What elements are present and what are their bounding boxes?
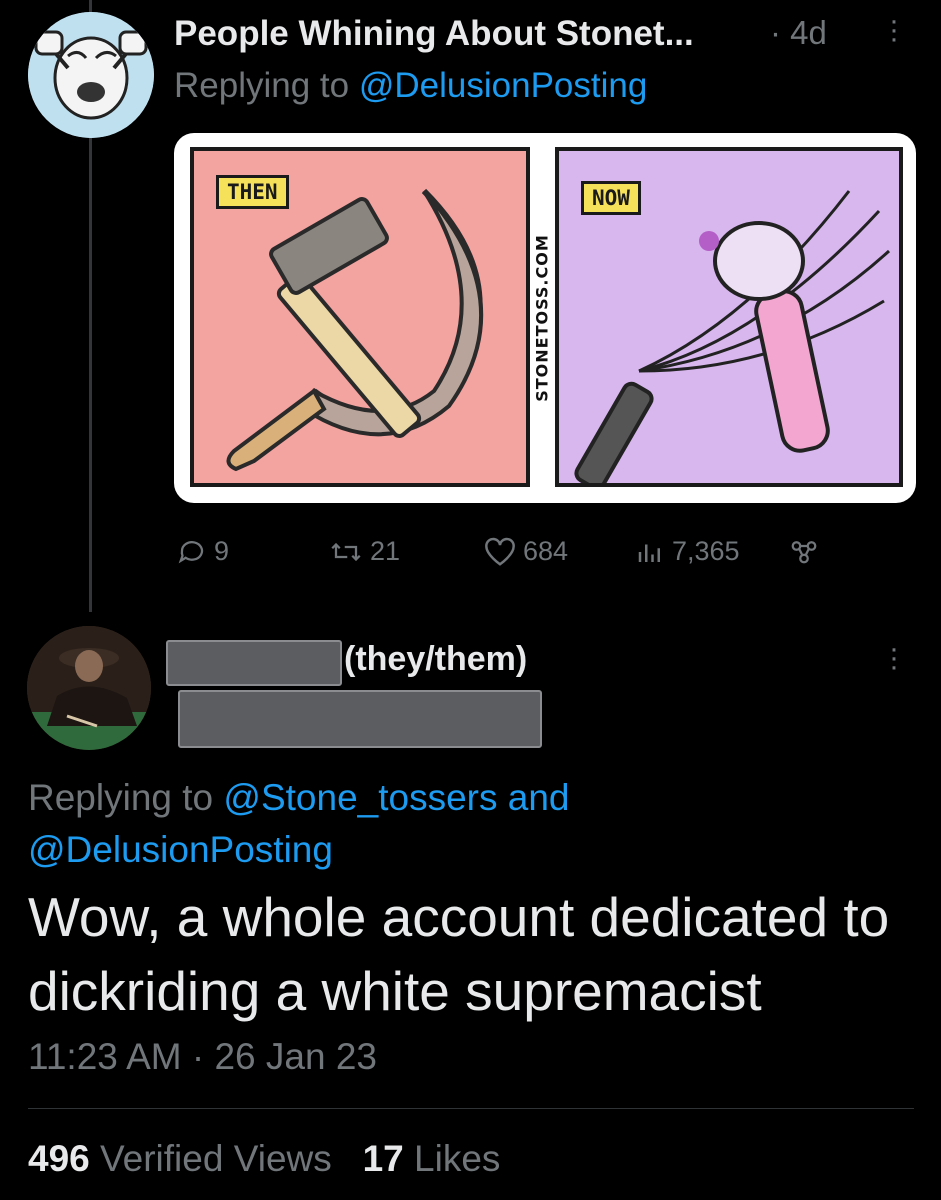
views-action[interactable]: 7,365 [634,536,740,567]
divider [28,1108,914,1109]
replying-and: and [507,777,570,818]
share-icon [791,541,817,564]
comic-panel-then: THEN [190,147,530,487]
more-options-icon[interactable]: · · · [884,634,904,682]
analytics-icon [638,544,660,562]
mention-link[interactable]: @Stone_tossers [223,777,497,818]
avatar[interactable] [27,626,151,750]
redacted-handle [178,690,542,748]
display-name[interactable]: People Whining About Stonet... [174,14,694,54]
retweet-count: 21 [370,536,401,566]
tweet-stats: 496 Verified Views 17 Likes [28,1138,500,1180]
replying-to: Replying to @DelusionPosting [174,66,647,106]
views-count: 7,365 [672,536,740,566]
display-name-pronouns[interactable]: (they/them) [344,640,527,679]
like-count: 684 [523,536,569,566]
views-label: Verified Views [100,1138,332,1179]
replying-prefix: Replying to [28,777,214,818]
redacted-display-name [166,640,342,686]
avatar-image [27,626,151,750]
likes-count[interactable]: 17 [363,1138,404,1179]
share-action[interactable] [788,536,820,566]
tweet-time[interactable]: · 4d [770,14,827,52]
watermark: STONETOSS.COM [532,234,552,402]
reply-icon [178,540,204,563]
reply-count: 9 [214,536,230,566]
more-options-icon[interactable]: · · · [884,6,904,54]
replying-to: Replying to @Stone_tossers and @Delusion… [28,772,908,876]
retweet-action[interactable]: 21 [328,536,400,567]
avatar[interactable] [28,12,154,138]
comic-panel-now: NOW [555,147,903,487]
tweet-image[interactable]: THEN STONETOSS.COM NOW [174,133,916,503]
avatar-image [28,12,154,138]
mention-link[interactable]: @DelusionPosting [359,66,647,105]
mention-link[interactable]: @DelusionPosting [28,829,333,870]
tweet-timestamp[interactable]: 11:23 AM · 26 Jan 23 [28,1036,377,1078]
wand-whip-icon [574,190,891,483]
reply-action[interactable]: 9 [176,536,229,567]
hammer-sickle-icon [226,188,484,472]
replying-prefix: Replying to [174,66,350,105]
like-action[interactable]: 684 [483,536,568,567]
retweet-icon [331,542,361,561]
heart-icon [485,537,515,566]
tweet-text: Wow, a whole account dedicated to dickri… [28,886,890,1022]
views-count: 496 [28,1138,90,1179]
likes-label[interactable]: Likes [414,1138,500,1179]
